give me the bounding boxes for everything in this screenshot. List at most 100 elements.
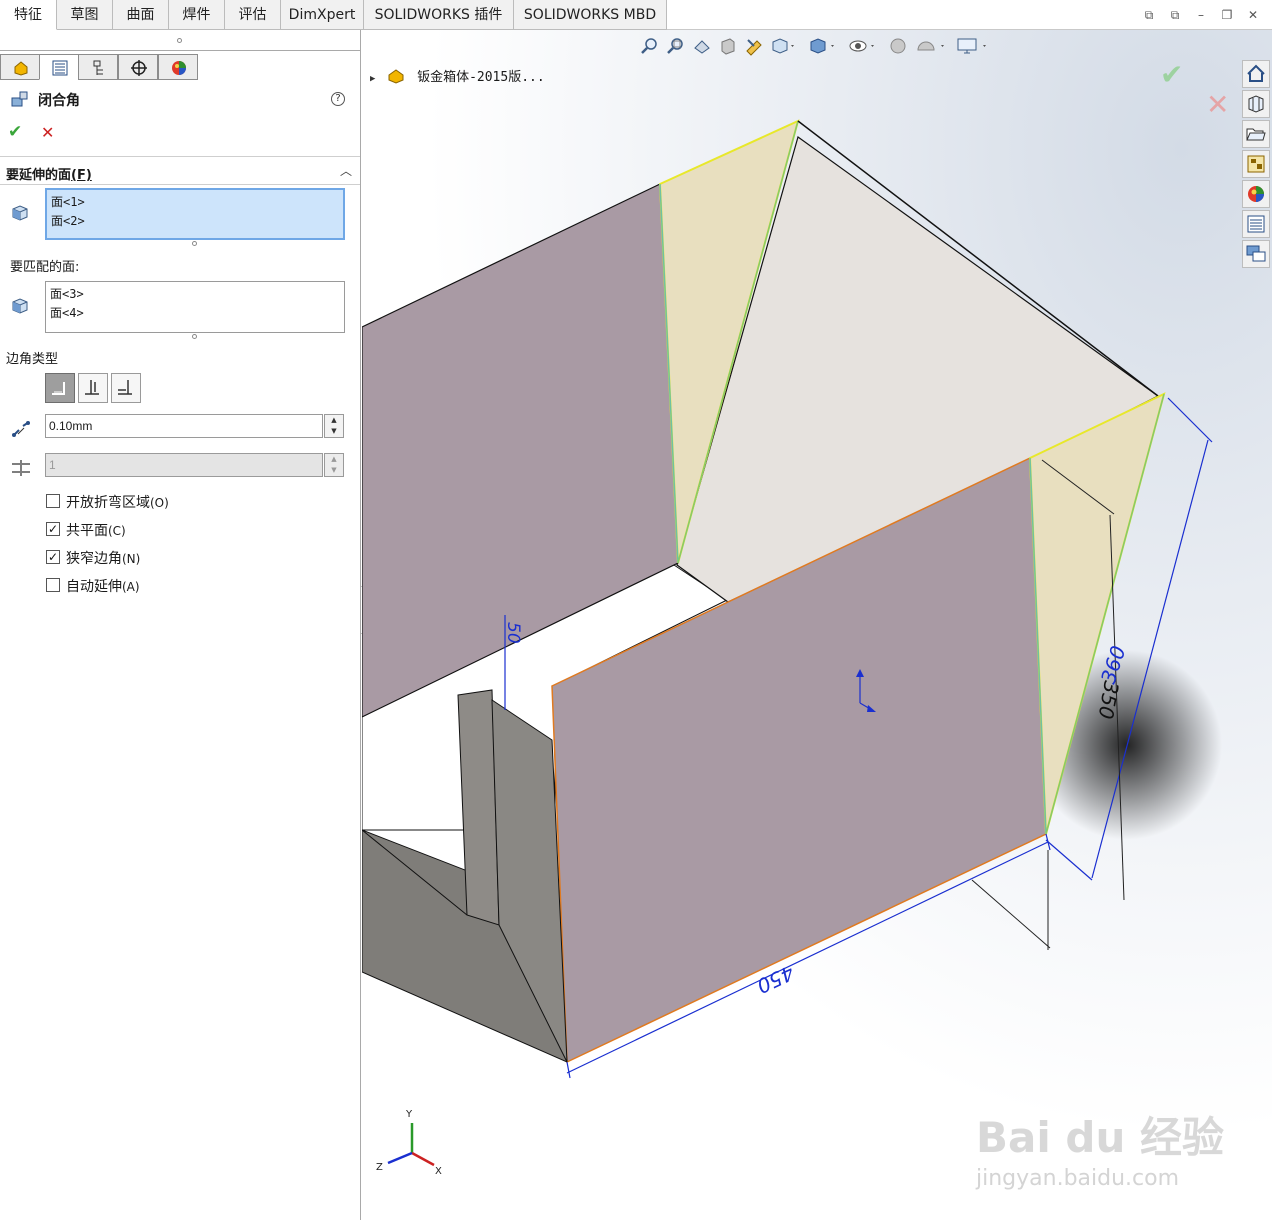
list-item[interactable]: 面<2> — [51, 212, 339, 231]
gap-spinner[interactable]: ▲ ▼ — [324, 414, 344, 438]
previous-view-icon[interactable] — [692, 36, 712, 56]
watermark-logo: Bai du 经验 — [976, 1113, 1224, 1162]
triad-z-label: Z — [376, 1162, 383, 1173]
flyout-tree-root[interactable]: ▶ 钣金箱体-2015版... — [370, 65, 545, 85]
tab-surfaces[interactable]: 曲面 — [113, 0, 169, 30]
closed-corner-icon — [11, 91, 28, 107]
configuration-icon — [93, 60, 103, 75]
model-view: 50 360 350 450 Y X Z Bai du 经验 jingyan.b… — [362, 119, 1224, 1191]
faces-to-match-label: 要匹配的面: — [10, 260, 80, 275]
corner-type-underlap-button[interactable] — [111, 373, 141, 403]
command-manager-tabs: 特征 草图 曲面 焊件 评估 DimXpert SOLIDWORKS 插件 SO… — [0, 0, 1272, 30]
apply-scene-icon[interactable] — [914, 36, 948, 56]
cancel-button[interactable]: ✕ — [41, 123, 54, 142]
display-style-icon[interactable] — [808, 36, 838, 56]
tab-features[interactable]: 特征 — [0, 0, 57, 30]
task-pane-view-palette-button[interactable] — [1242, 150, 1270, 178]
tab-display-manager[interactable] — [158, 54, 198, 80]
auto-propagation-checkbox[interactable] — [46, 578, 60, 592]
zoom-to-fit-icon[interactable] — [640, 36, 660, 56]
divider — [0, 184, 360, 185]
view-settings-icon[interactable] — [956, 36, 990, 56]
tab-sketch[interactable]: 草图 — [57, 0, 113, 30]
coplanar-checkbox[interactable]: ✓ — [46, 522, 60, 536]
tab-property-manager[interactable] — [39, 54, 79, 80]
tile-left-icon[interactable]: ⧉ — [1142, 8, 1156, 22]
list-item[interactable]: 面<4> — [50, 304, 340, 323]
dimension-50[interactable]: 50 — [503, 622, 523, 644]
restore-icon[interactable]: ❐ — [1220, 8, 1234, 22]
overlap-ratio-input: 1 — [45, 453, 323, 477]
tab-weldments[interactable]: 焊件 — [169, 0, 225, 30]
task-pane-file-explorer-button[interactable] — [1242, 120, 1270, 148]
tab-dimxpert-manager[interactable] — [118, 54, 158, 80]
gap-distance-input[interactable]: 0.10mm — [45, 414, 323, 438]
faces-to-extend-list[interactable]: 面<1> 面<2> — [45, 188, 345, 240]
task-pane-home-button[interactable] — [1242, 60, 1270, 88]
open-bend-region-checkbox[interactable] — [46, 494, 60, 508]
resize-handle[interactable] — [192, 334, 197, 339]
corner-type-butt-button[interactable] — [45, 373, 75, 403]
help-icon[interactable]: ? — [331, 92, 345, 106]
overlap-corner-icon — [85, 380, 99, 395]
task-pane-custom-properties-button[interactable] — [1242, 210, 1270, 238]
tab-mbd[interactable]: SOLIDWORKS MBD — [514, 0, 667, 30]
narrow-corner-checkbox[interactable]: ✓ — [46, 550, 60, 564]
folder-open-icon — [1246, 128, 1266, 141]
confirm-corner-cancel-icon[interactable]: ✕ — [1206, 88, 1229, 121]
group-header-faces-to-extend[interactable]: 要延伸的面(F) — [6, 164, 92, 183]
narrow-corner-label: 狭窄边角(N) — [66, 551, 141, 567]
open-bend-region-label: 开放折弯区域(O) — [66, 495, 169, 511]
ok-button[interactable]: ✔ — [8, 122, 22, 142]
task-pane-design-library-button[interactable] — [1242, 90, 1270, 118]
overlap-ratio-icon — [12, 460, 30, 476]
property-manager: 闭合角 ? ✔ ✕ 要延伸的面(F) ︿ 面<1> 面<2> 要匹配的面: 面<… — [0, 30, 361, 1220]
edit-appearance-icon[interactable] — [888, 36, 910, 56]
list-item[interactable]: 面<3> — [50, 285, 340, 304]
graphics-area[interactable]: 50 360 350 450 Y X Z Bai du 经验 jingyan.b… — [362, 30, 1272, 1220]
underlap-corner-icon — [118, 380, 132, 395]
gap-distance-icon — [12, 421, 30, 437]
task-pane-forum-button[interactable] — [1242, 240, 1270, 268]
tab-feature-manager[interactable] — [0, 54, 40, 80]
tile-right-icon[interactable]: ⧉ — [1168, 8, 1182, 22]
dynamic-annotation-icon[interactable] — [744, 36, 764, 56]
list-item[interactable]: 面<1> — [51, 193, 339, 212]
home-icon — [1247, 64, 1265, 82]
corner-type-label: 边角类型 — [6, 352, 59, 367]
group-label: 要延伸的面 — [6, 168, 72, 183]
triad-x-label: X — [435, 1166, 442, 1177]
design-library-icon — [1248, 95, 1264, 113]
appearance-ball-icon — [1248, 186, 1264, 202]
butt-corner-icon — [52, 382, 65, 395]
part-icon — [388, 69, 404, 84]
hide-show-items-icon[interactable] — [848, 36, 878, 56]
section-view-icon[interactable] — [718, 36, 738, 56]
expand-arrow-icon[interactable]: ▶ — [370, 74, 375, 84]
tab-configuration-manager[interactable] — [78, 54, 118, 80]
group-shortcut: (F) — [71, 168, 92, 183]
splitter-handle[interactable] — [177, 38, 182, 43]
face-selection-icon — [12, 205, 28, 221]
divider — [0, 50, 360, 51]
tab-dimxpert[interactable]: DimXpert — [281, 0, 364, 30]
part-name: 钣金箱体-2015版... — [417, 70, 545, 85]
tab-evaluate[interactable]: 评估 — [225, 0, 281, 30]
triad-y-label: Y — [405, 1109, 413, 1120]
corner-type-overlap-button[interactable] — [78, 373, 108, 403]
view-palette-icon — [1247, 155, 1265, 173]
zoom-to-area-icon[interactable] — [666, 36, 686, 56]
collapse-chevron-icon[interactable]: ︿ — [340, 162, 352, 179]
resize-handle[interactable] — [192, 241, 197, 246]
view-orientation-icon[interactable] — [770, 36, 796, 56]
confirm-corner-ok-icon[interactable]: ✔ — [1160, 58, 1183, 91]
faces-to-match-list[interactable]: 面<3> 面<4> — [45, 281, 345, 333]
custom-properties-icon — [1247, 215, 1265, 233]
auto-propagation-label: 自动延伸(A) — [66, 579, 140, 595]
minimize-icon[interactable]: – — [1194, 8, 1208, 22]
task-pane-appearances-button[interactable] — [1242, 180, 1270, 208]
tab-addins[interactable]: SOLIDWORKS 插件 — [364, 0, 514, 30]
coplanar-label: 共平面(C) — [66, 523, 126, 539]
close-icon[interactable]: ✕ — [1246, 8, 1260, 22]
watermark-url: jingyan.baidu.com — [975, 1166, 1179, 1191]
